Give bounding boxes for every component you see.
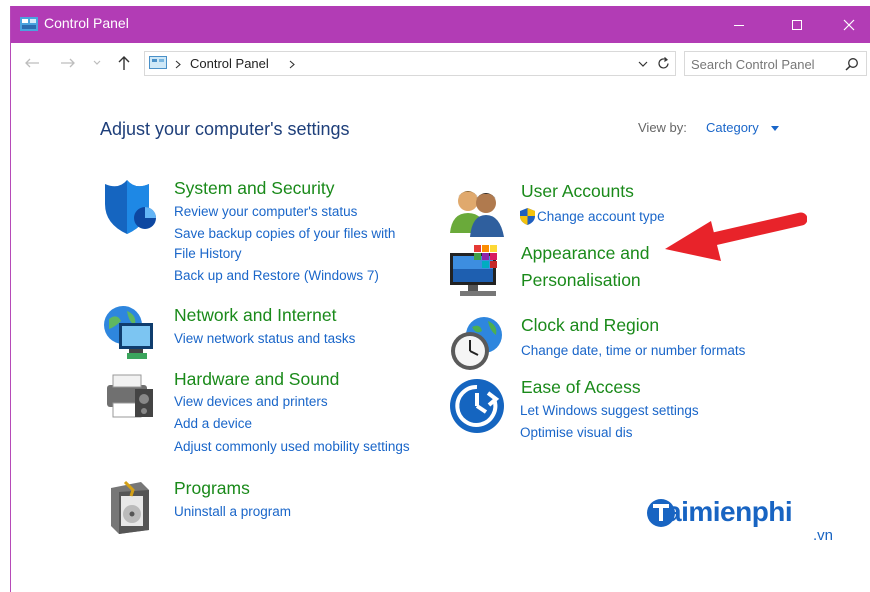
link-review-status[interactable]: Review your computer's status (174, 204, 357, 219)
maximize-icon (792, 19, 802, 30)
forward-arrow-icon (61, 58, 75, 68)
maximize-button[interactable] (768, 6, 826, 43)
window-title: Control Panel (44, 15, 129, 31)
address-field[interactable]: Control Panel (144, 51, 676, 76)
chevron-right-icon[interactable] (289, 60, 295, 69)
forward-button[interactable] (59, 53, 77, 73)
chevron-right-icon (175, 60, 181, 69)
category-title[interactable]: System and Security (174, 178, 334, 199)
link-change-account-type[interactable]: Change account type (537, 209, 665, 224)
category-title[interactable]: Clock and Region (521, 315, 659, 336)
link-optimise-visual[interactable]: Optimise visual dis (520, 425, 633, 440)
link-backup-restore[interactable]: Back up and Restore (Windows 7) (174, 268, 379, 283)
red-arrow-icon (665, 212, 807, 261)
link-network-status[interactable]: View network status and tasks (174, 331, 355, 346)
category-title[interactable]: Hardware and Sound (174, 369, 339, 390)
shield-icon[interactable] (101, 178, 159, 236)
network-globe-icon[interactable] (101, 305, 159, 363)
clock-globe-icon[interactable] (448, 315, 506, 373)
view-by-label: View by: (638, 120, 687, 135)
link-file-history[interactable]: File History (174, 246, 242, 261)
close-button[interactable] (826, 6, 870, 43)
link-devices-printers[interactable]: View devices and printers (174, 394, 328, 409)
control-panel-window: Control Panel Control Panel Search Contr… (10, 6, 870, 592)
dropdown-triangle-icon[interactable] (771, 126, 779, 131)
category-title[interactable]: Programs (174, 478, 250, 499)
page-title: Adjust your computer's settings (100, 119, 350, 139)
minimize-button[interactable] (710, 6, 768, 43)
recent-locations-button[interactable] (91, 53, 103, 73)
watermark-suffix: .vn (813, 527, 834, 544)
link-mobility-settings[interactable]: Adjust commonly used mobility settings (174, 439, 410, 454)
link-uninstall-program[interactable]: Uninstall a program (174, 504, 291, 519)
up-button[interactable] (115, 53, 133, 73)
back-arrow-icon (25, 58, 39, 68)
link-add-device[interactable]: Add a device (174, 416, 252, 431)
category-title[interactable]: Ease of Access (521, 377, 641, 398)
content-area: Adjust your computer's settings View by:… (11, 83, 870, 592)
search-input[interactable] (691, 55, 836, 73)
link-save-backup[interactable]: Save backup copies of your files with (174, 226, 395, 241)
breadcrumb[interactable]: Control Panel (190, 56, 269, 71)
programs-box-icon[interactable] (101, 478, 159, 536)
search-icon[interactable] (845, 57, 859, 71)
ease-of-access-icon[interactable] (448, 377, 506, 435)
uac-shield-icon (520, 208, 535, 225)
category-title-line1[interactable]: Appearance and (521, 243, 649, 264)
minimize-icon (734, 24, 744, 26)
control-panel-icon (20, 17, 38, 31)
users-icon[interactable] (448, 181, 506, 239)
display-color-icon[interactable] (448, 243, 506, 301)
category-title-line2[interactable]: Personalisation (521, 270, 641, 291)
link-change-formats[interactable]: Change date, time or number formats (521, 343, 745, 358)
category-title[interactable]: User Accounts (521, 181, 634, 202)
address-bar: Control Panel (11, 43, 870, 83)
close-icon (843, 19, 854, 30)
link-windows-suggest[interactable]: Let Windows suggest settings (520, 403, 699, 418)
printer-icon[interactable] (101, 369, 159, 427)
title-bar[interactable]: Control Panel (11, 6, 870, 43)
back-button[interactable] (23, 53, 41, 73)
watermark-text: aimienphi (666, 496, 793, 527)
chevron-down-icon[interactable] (638, 60, 648, 68)
up-arrow-icon (118, 56, 130, 70)
category-title[interactable]: Network and Internet (174, 305, 336, 326)
refresh-icon[interactable] (656, 56, 671, 71)
view-by-dropdown[interactable]: Category (706, 120, 759, 135)
control-panel-small-icon (149, 56, 167, 69)
chevron-down-icon (93, 60, 101, 65)
search-box[interactable] (684, 51, 867, 76)
